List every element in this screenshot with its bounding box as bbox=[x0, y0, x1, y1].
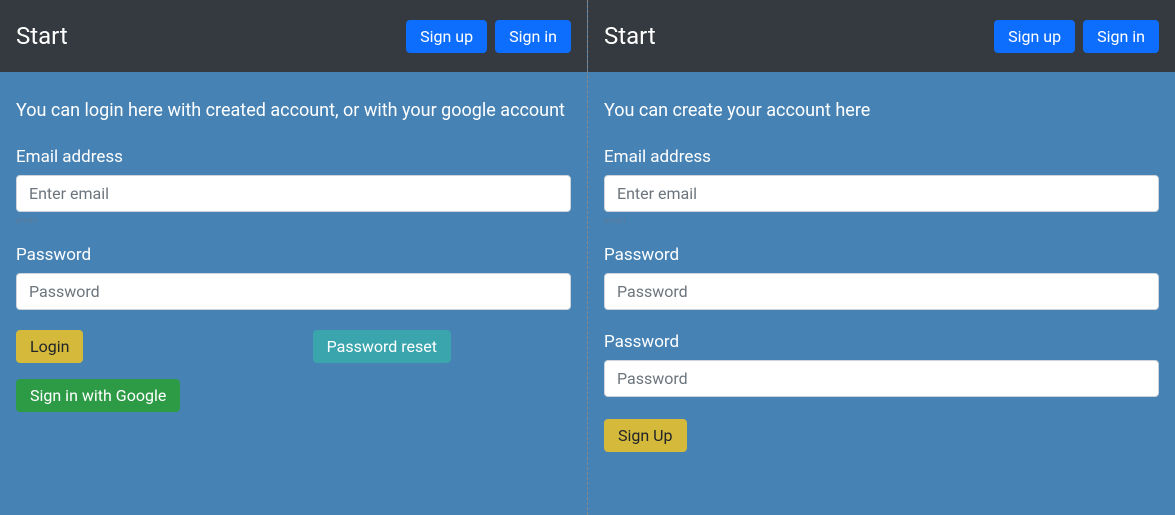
password2-input-right[interactable] bbox=[604, 360, 1159, 397]
signup-nav-button-left[interactable]: Sign up bbox=[406, 20, 487, 53]
password-label-left: Password bbox=[16, 245, 571, 265]
email-input-right[interactable] bbox=[604, 175, 1159, 212]
brand-left: Start bbox=[16, 22, 68, 50]
login-content: You can login here with created account,… bbox=[0, 72, 587, 428]
password1-label-right: Password bbox=[604, 245, 1159, 265]
signup-intro: You can create your account here bbox=[604, 100, 1159, 121]
email-help-left: email bbox=[16, 216, 571, 225]
password2-group: Password bbox=[604, 332, 1159, 401]
signup-panel: Start Sign up Sign in You can create you… bbox=[588, 0, 1175, 515]
login-panel: Start Sign up Sign in You can login here… bbox=[0, 0, 588, 515]
login-button[interactable]: Login bbox=[16, 330, 83, 363]
password2-label-right: Password bbox=[604, 332, 1159, 352]
google-signin-button[interactable]: Sign in with Google bbox=[16, 379, 180, 412]
signup-nav-button-right[interactable]: Sign up bbox=[994, 20, 1075, 53]
email-input-left[interactable] bbox=[16, 175, 571, 212]
brand-right: Start bbox=[604, 22, 656, 50]
login-intro: You can login here with created account,… bbox=[16, 100, 571, 121]
signin-nav-button-right[interactable]: Sign in bbox=[1083, 20, 1159, 53]
login-action-row: Login Password reset bbox=[16, 330, 571, 363]
password-input-left[interactable] bbox=[16, 273, 571, 310]
email-help-right: email bbox=[604, 216, 1159, 225]
navbar-right: Start Sign up Sign in bbox=[588, 0, 1175, 72]
signup-content: You can create your account here Email a… bbox=[588, 72, 1175, 468]
password-reset-button[interactable]: Password reset bbox=[313, 330, 451, 363]
signup-action-row: Sign Up bbox=[604, 419, 1159, 452]
email-label-left: Email address bbox=[16, 147, 571, 167]
signin-nav-button-left[interactable]: Sign in bbox=[495, 20, 571, 53]
nav-buttons-right: Sign up Sign in bbox=[994, 20, 1159, 53]
nav-buttons-left: Sign up Sign in bbox=[406, 20, 571, 53]
signup-button[interactable]: Sign Up bbox=[604, 419, 687, 452]
email-label-right: Email address bbox=[604, 147, 1159, 167]
password1-group: Password bbox=[604, 245, 1159, 314]
password1-input-right[interactable] bbox=[604, 273, 1159, 310]
navbar-left: Start Sign up Sign in bbox=[0, 0, 587, 72]
